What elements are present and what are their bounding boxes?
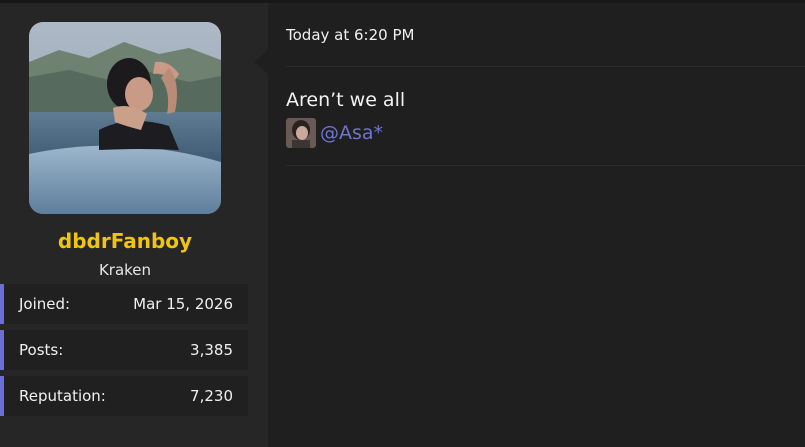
user-mention[interactable]: @Asa* xyxy=(286,117,383,149)
message-divider xyxy=(286,165,805,166)
stat-value: 3,385 xyxy=(190,341,233,359)
user-title: Kraken xyxy=(98,261,152,279)
message-timestamp[interactable]: Today at 6:20 PM xyxy=(286,26,414,44)
username[interactable]: dbdrFanboy xyxy=(0,229,250,253)
header-divider xyxy=(286,66,805,67)
stat-joined: Joined: Mar 15, 2026 xyxy=(0,284,248,324)
stat-label: Joined: xyxy=(19,295,71,313)
stat-reputation: Reputation: 7,230 xyxy=(0,376,248,416)
message-text: Aren’t we all xyxy=(286,89,406,111)
stat-label: Reputation: xyxy=(19,387,106,405)
message-pointer xyxy=(254,50,268,74)
mention-name[interactable]: @Asa* xyxy=(320,122,383,144)
user-avatar[interactable] xyxy=(29,22,221,214)
stat-value: Mar 15, 2026 xyxy=(133,295,233,313)
stat-value: 7,230 xyxy=(190,387,233,405)
stat-label: Posts: xyxy=(19,341,64,359)
message-header: Today at 6:20 PM xyxy=(268,3,805,66)
avatar-photo-icon xyxy=(29,22,221,214)
mention-avatar-icon xyxy=(286,118,316,148)
stat-posts: Posts: 3,385 xyxy=(0,330,248,370)
